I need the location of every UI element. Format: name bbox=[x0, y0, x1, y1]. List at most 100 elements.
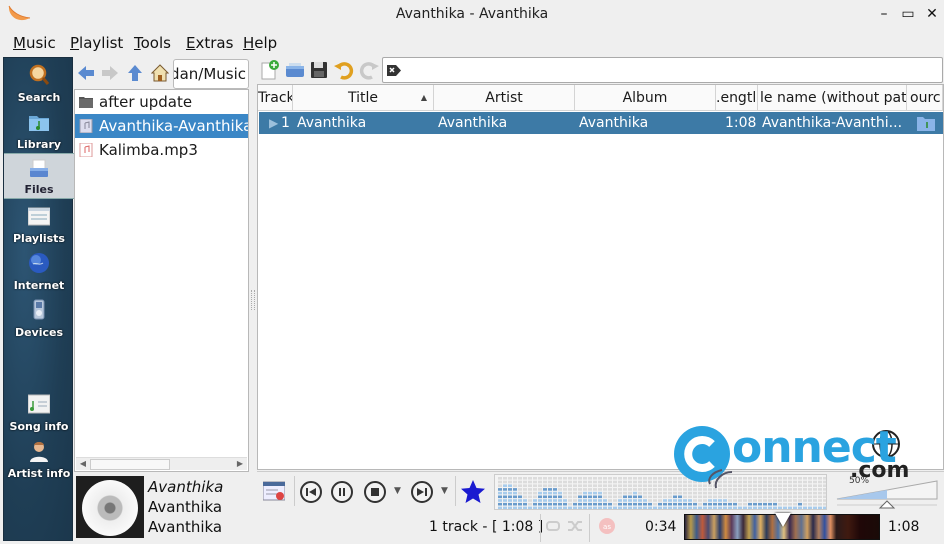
forward-arrow-icon[interactable] bbox=[101, 64, 119, 82]
previous-button[interactable] bbox=[300, 481, 322, 503]
scroll-left-icon[interactable]: ◀ bbox=[77, 458, 89, 470]
sidebar-item-devices[interactable]: Devices bbox=[4, 295, 74, 341]
analyzer-cell bbox=[708, 484, 712, 487]
spectrum-analyzer[interactable] bbox=[494, 474, 827, 510]
analyzer-cell bbox=[773, 499, 777, 502]
analyzer-cell bbox=[658, 477, 662, 480]
analyzer-cell bbox=[748, 480, 752, 484]
analyzer-cell bbox=[803, 502, 807, 506]
redo-icon[interactable] bbox=[359, 60, 379, 80]
new-playlist-icon[interactable] bbox=[260, 60, 280, 80]
analyzer-cell bbox=[703, 484, 707, 487]
sidebar-item-files[interactable]: Files bbox=[4, 153, 74, 199]
analyzer-cell bbox=[638, 495, 642, 499]
undo-icon[interactable] bbox=[334, 60, 354, 80]
analyzer-cell bbox=[638, 484, 642, 487]
analyzer-cell bbox=[568, 502, 572, 506]
repeat-icon[interactable] bbox=[545, 519, 561, 533]
analyzer-cell bbox=[643, 502, 647, 506]
analyzer-cell bbox=[633, 477, 637, 480]
stop-button[interactable] bbox=[364, 481, 386, 503]
stop-icon bbox=[371, 488, 379, 496]
analyzer-cell bbox=[698, 502, 702, 506]
album-cover[interactable] bbox=[76, 476, 144, 538]
clear-filter-icon[interactable] bbox=[387, 64, 401, 77]
track-length: 1:08 bbox=[725, 115, 757, 131]
moodbar-seek-slider[interactable] bbox=[684, 513, 880, 540]
horizontal-scrollbar[interactable]: ◀ ▶ bbox=[76, 457, 247, 470]
column-header-track[interactable]: Track bbox=[258, 85, 293, 111]
scrollbar-thumb[interactable] bbox=[90, 459, 170, 470]
analyzer-cell bbox=[748, 491, 752, 495]
seek-position-marker[interactable] bbox=[775, 513, 791, 527]
love-star-icon[interactable] bbox=[460, 479, 486, 505]
analyzer-cell bbox=[748, 499, 752, 502]
analyzer-cell bbox=[803, 491, 807, 495]
analyzer-cell bbox=[738, 488, 742, 491]
close-button[interactable]: ✕ bbox=[924, 6, 940, 22]
volume-control[interactable]: 50% bbox=[829, 473, 943, 509]
save-playlist-icon[interactable] bbox=[309, 60, 329, 80]
load-playlist-icon[interactable] bbox=[285, 60, 305, 80]
analyzer-cell bbox=[718, 477, 722, 480]
sidebar-item-library[interactable]: Library bbox=[4, 107, 74, 153]
analyzer-cell bbox=[663, 484, 667, 487]
analyzer-cell bbox=[818, 502, 822, 506]
home-icon[interactable] bbox=[151, 64, 169, 82]
analyzer-cell bbox=[763, 506, 767, 509]
next-options-dropdown-icon[interactable]: ▼ bbox=[441, 486, 448, 496]
path-input[interactable]: dan/Music bbox=[173, 59, 249, 89]
maximize-button[interactable]: ▭ bbox=[900, 6, 916, 22]
analyzer-cell bbox=[528, 484, 532, 487]
playlists-icon bbox=[28, 207, 50, 226]
back-arrow-icon[interactable] bbox=[77, 64, 95, 82]
column-header-source[interactable]: ourc bbox=[907, 85, 943, 111]
sidebar-item-search[interactable]: Search bbox=[4, 60, 74, 106]
menu-help[interactable]: Help bbox=[243, 34, 277, 52]
scroll-right-icon[interactable]: ▶ bbox=[234, 458, 246, 470]
analyzer-cell bbox=[503, 495, 507, 499]
menu-playlist[interactable]: Playlist bbox=[70, 34, 123, 52]
sidebar-item-internet[interactable]: Internet bbox=[4, 248, 74, 294]
pause-button[interactable] bbox=[331, 481, 353, 503]
analyzer-cell bbox=[663, 491, 667, 495]
playlist-row[interactable]: ▶ 1 Avanthika Avanthika Avanthika 1:08 A… bbox=[259, 112, 943, 134]
minimize-button[interactable]: – bbox=[876, 6, 892, 22]
analyzer-cell bbox=[743, 477, 747, 480]
analyzer-cell bbox=[773, 506, 777, 509]
scrobble-icon[interactable]: as bbox=[598, 517, 616, 535]
menu-music[interactable]: Music bbox=[13, 34, 56, 52]
next-button[interactable] bbox=[411, 481, 433, 503]
column-header-title[interactable]: Title ▲ bbox=[293, 85, 434, 111]
analyzer-cell bbox=[818, 480, 822, 484]
analyzer-cell bbox=[803, 480, 807, 484]
playlist-filter-input[interactable] bbox=[382, 57, 943, 83]
column-header-filename[interactable]: le name (without pat bbox=[758, 85, 907, 111]
clear-playlist-icon[interactable] bbox=[263, 481, 285, 501]
menu-tools[interactable]: Tools bbox=[134, 34, 171, 52]
stop-options-dropdown-icon[interactable]: ▼ bbox=[394, 486, 401, 496]
sidebar-item-playlists[interactable]: Playlists bbox=[4, 201, 74, 247]
up-arrow-icon[interactable] bbox=[126, 64, 144, 82]
shuffle-icon[interactable] bbox=[567, 519, 583, 533]
analyzer-cell bbox=[763, 477, 767, 480]
menu-extras[interactable]: Extras bbox=[186, 34, 233, 52]
analyzer-cell bbox=[738, 495, 742, 499]
analyzer-cell bbox=[628, 484, 632, 487]
column-header-length[interactable]: .engtl bbox=[716, 85, 758, 111]
sidebar-item-artist-info[interactable]: Artist info bbox=[4, 436, 74, 482]
splitter-handle[interactable] bbox=[251, 290, 255, 310]
file-item-audio[interactable]: Avanthika-Avanthika- bbox=[75, 114, 248, 138]
analyzer-cell bbox=[653, 488, 657, 491]
analyzer-cell bbox=[808, 491, 812, 495]
analyzer-cell bbox=[573, 502, 577, 506]
analyzer-cell bbox=[518, 480, 522, 484]
column-header-album[interactable]: Album bbox=[575, 85, 716, 111]
volume-slider[interactable] bbox=[829, 473, 943, 509]
column-header-artist[interactable]: Artist bbox=[434, 85, 575, 111]
file-item-audio[interactable]: Kalimba.mp3 bbox=[75, 138, 248, 162]
analyzer-cell bbox=[713, 499, 717, 502]
sidebar-item-song-info[interactable]: Song info bbox=[4, 389, 74, 435]
analyzer-cell bbox=[598, 480, 602, 484]
file-item-folder[interactable]: after update bbox=[75, 90, 248, 114]
